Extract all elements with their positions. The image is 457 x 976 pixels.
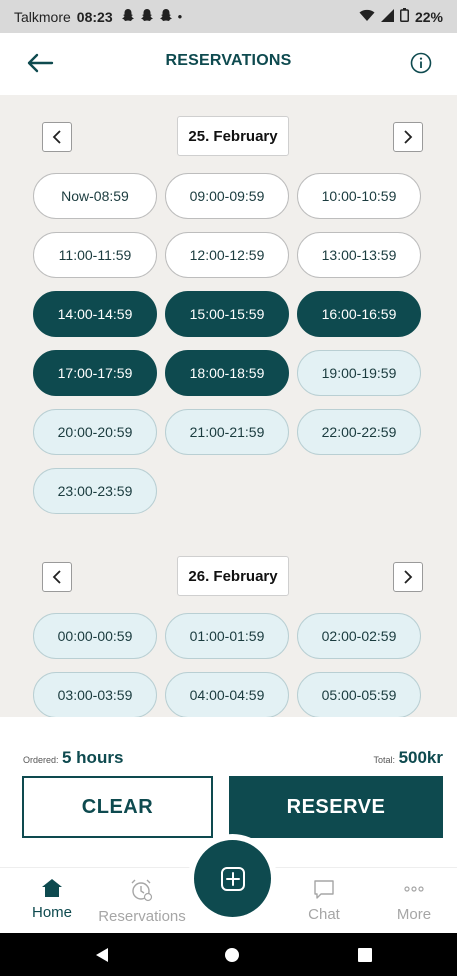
nav-reservations-label: Reservations — [98, 908, 186, 925]
nav-chat[interactable]: Chat — [279, 868, 369, 934]
clear-button[interactable]: CLEAR — [22, 776, 213, 838]
nav-chat-label: Chat — [308, 906, 340, 923]
page-title: RESERVATIONS — [165, 52, 292, 69]
time-slot-list[interactable]: 25. February Now-08:59 09:00-09:59 10:00-1… — [0, 95, 457, 717]
nav-home[interactable]: Home — [7, 868, 97, 934]
nav-more[interactable]: More — [369, 868, 457, 934]
status-right: 22% — [359, 8, 443, 25]
alarm-clock-icon — [131, 879, 153, 902]
time-slot[interactable]: 14:00-14:59 — [33, 291, 157, 337]
battery-icon — [399, 8, 409, 25]
snapchat-icon — [159, 8, 173, 25]
time-slot[interactable]: 13:00-13:59 — [297, 232, 421, 278]
time-slot[interactable]: 11:00-11:59 — [33, 232, 157, 278]
next-day-button[interactable] — [393, 122, 423, 152]
battery-level: 22% — [414, 8, 443, 25]
info-icon — [410, 52, 432, 74]
status-bar: Talkmore 08:23 • 22% — [0, 0, 457, 33]
system-navigation-bar — [0, 933, 457, 976]
square-recents-icon — [358, 948, 372, 962]
reserve-button[interactable]: RESERVE — [229, 776, 443, 838]
carrier-name: Talkmore — [14, 8, 71, 25]
time-slot[interactable]: 15:00-15:59 — [165, 291, 289, 337]
time-slot[interactable]: 05:00-05:59 — [297, 672, 421, 717]
time-slot[interactable]: 01:00-01:59 — [165, 613, 289, 659]
plus-square-icon — [220, 866, 245, 891]
nav-more-label: More — [396, 906, 432, 923]
total-value: 500kr — [398, 748, 443, 767]
time-slot[interactable]: 16:00-16:59 — [297, 291, 421, 337]
snapchat-icon — [140, 8, 154, 25]
time-slot[interactable]: 17:00-17:59 — [33, 350, 157, 396]
ordered-value: 5 hours — [62, 748, 124, 767]
signal-icon — [380, 8, 394, 25]
status-time: 08:23 — [76, 8, 113, 25]
time-slot[interactable]: 09:00-09:59 — [165, 173, 289, 219]
nav-home-label: Home — [31, 904, 72, 921]
time-slot[interactable]: 03:00-03:59 — [33, 672, 157, 717]
info-button[interactable] — [405, 47, 437, 79]
slot-grid: 00:00-00:59 01:00-01:59 02:00-02:59 03:00-0… — [33, 613, 425, 717]
time-slot[interactable]: 18:00-18:59 — [165, 350, 289, 396]
system-back-button[interactable] — [92, 945, 112, 965]
chevron-left-icon — [52, 570, 61, 584]
time-slot[interactable]: 04:00-04:59 — [165, 672, 289, 717]
time-slot[interactable]: 20:00-20:59 — [33, 409, 157, 455]
time-slot[interactable]: 02:00-02:59 — [297, 613, 421, 659]
triangle-back-icon — [96, 948, 108, 962]
more-dots-icon — [404, 886, 424, 892]
time-slot[interactable]: 00:00-00:59 — [33, 613, 157, 659]
chevron-right-icon — [404, 570, 413, 584]
circle-home-icon — [225, 948, 239, 962]
time-slot[interactable]: 21:00-21:59 — [165, 409, 289, 455]
time-slot[interactable]: 10:00-10:59 — [297, 173, 421, 219]
ordered-label: Ordered: — [23, 755, 59, 765]
time-slot[interactable]: 23:00-23:59 — [33, 468, 157, 514]
date-label: 25. February — [177, 116, 289, 156]
previous-day-button[interactable] — [42, 122, 72, 152]
app-screen: Talkmore 08:23 • 22% RESERVATIONS 25. Fe… — [0, 0, 457, 976]
chat-icon — [314, 880, 334, 899]
dot-icon: • — [177, 9, 183, 24]
time-slot[interactable]: 22:00-22:59 — [297, 409, 421, 455]
home-icon — [42, 879, 62, 897]
date-label: 26. February — [177, 556, 289, 596]
time-slot[interactable]: 19:00-19:59 — [297, 350, 421, 396]
nav-reservations[interactable]: Reservations — [97, 868, 187, 934]
notification-icons: • — [121, 8, 183, 25]
slot-grid: Now-08:59 09:00-09:59 10:00-10:59 11:00-11:… — [33, 173, 425, 514]
next-day-button[interactable] — [393, 562, 423, 592]
app-header: RESERVATIONS — [0, 33, 457, 95]
chevron-right-icon — [404, 130, 413, 144]
previous-day-button[interactable] — [42, 562, 72, 592]
snapchat-icon — [121, 8, 135, 25]
wifi-icon — [359, 9, 375, 25]
new-reservation-fab[interactable] — [194, 840, 271, 917]
time-slot[interactable]: 12:00-12:59 — [165, 232, 289, 278]
system-recents-button[interactable] — [355, 945, 375, 965]
order-summary: Ordered: 5 hours Total: 500kr — [0, 717, 457, 779]
chevron-left-icon — [52, 130, 61, 144]
time-slot[interactable]: Now-08:59 — [33, 173, 157, 219]
system-home-button[interactable] — [222, 945, 242, 965]
total-label: Total: — [373, 755, 395, 765]
